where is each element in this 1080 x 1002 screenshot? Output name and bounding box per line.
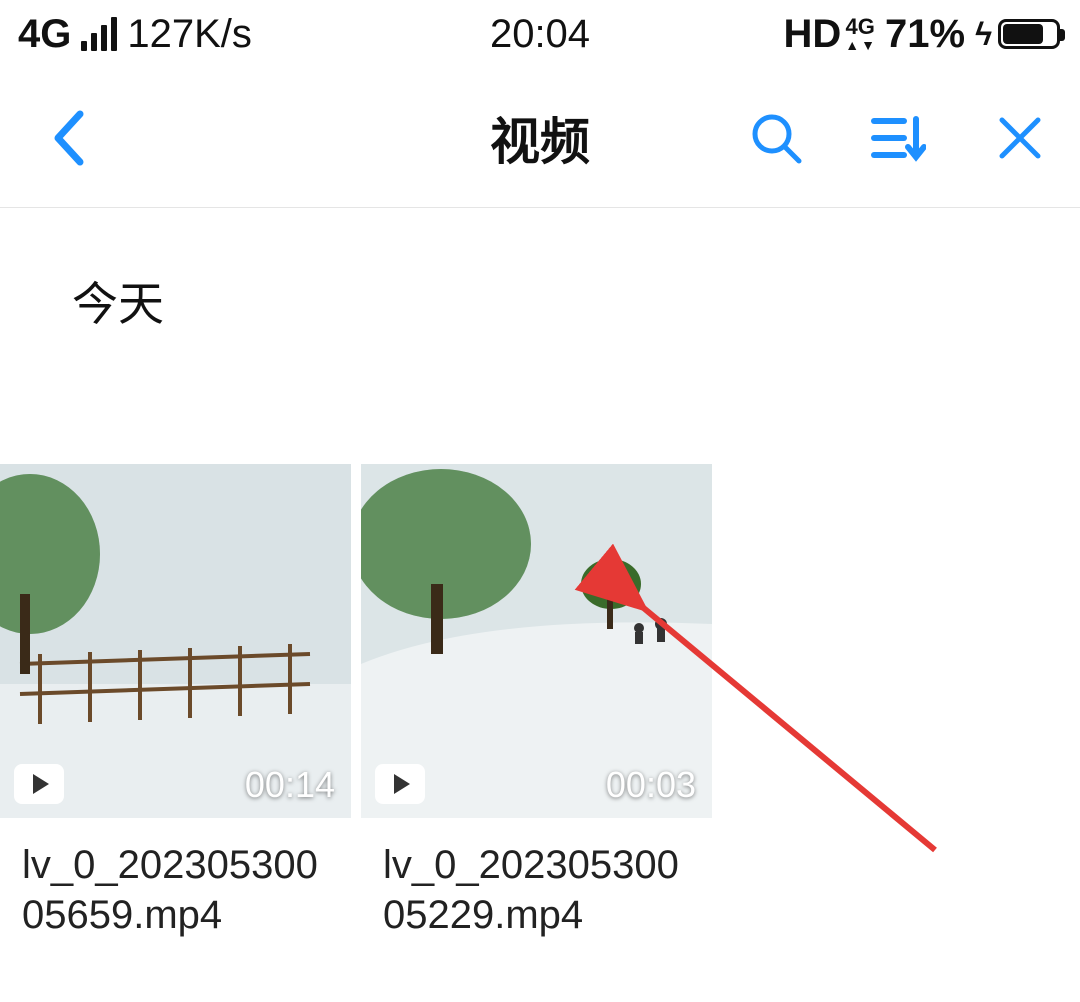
network-speed: 127K/s bbox=[127, 12, 252, 57]
status-right: HD 4G ▲▼ 71% ϟ bbox=[784, 12, 1061, 57]
battery-fill bbox=[1003, 24, 1043, 44]
video-thumbnail[interactable]: 00:14 bbox=[0, 464, 351, 818]
sort-button[interactable] bbox=[868, 108, 928, 168]
battery-icon: ϟ bbox=[975, 16, 1060, 53]
section-header: 今天 bbox=[0, 208, 1080, 334]
data-arrows-icon: ▲▼ bbox=[845, 38, 875, 52]
clock: 20:04 bbox=[490, 12, 590, 57]
video-duration: 00:03 bbox=[606, 764, 696, 806]
search-button[interactable] bbox=[746, 108, 806, 168]
hd-indicator: HD 4G ▲▼ bbox=[784, 12, 876, 57]
battery-percent: 71% bbox=[885, 12, 965, 57]
video-duration: 00:14 bbox=[245, 764, 335, 806]
app-bar: 视频 bbox=[0, 68, 1080, 208]
video-thumbnail[interactable]: 00:03 bbox=[361, 464, 712, 818]
video-grid: 00:14 lv_0_20230530005659.mp4 00: bbox=[0, 334, 1080, 940]
signal-icon bbox=[81, 17, 117, 51]
back-button[interactable] bbox=[40, 108, 100, 168]
video-item[interactable]: 00:03 lv_0_20230530005229.mp4 bbox=[361, 464, 712, 940]
play-icon bbox=[375, 764, 425, 804]
play-icon bbox=[14, 764, 64, 804]
charging-icon: ϟ bbox=[975, 16, 992, 53]
network-type: 4G bbox=[18, 12, 71, 57]
hd-label: HD bbox=[784, 12, 842, 57]
hd-sub-label: 4G bbox=[845, 16, 874, 38]
video-item[interactable]: 00:14 lv_0_20230530005659.mp4 bbox=[0, 464, 351, 940]
status-bar: 4G 127K/s 20:04 HD 4G ▲▼ 71% ϟ bbox=[0, 0, 1080, 68]
close-button[interactable] bbox=[990, 108, 1050, 168]
page-title: 视频 bbox=[490, 102, 590, 174]
video-filename: lv_0_20230530005229.mp4 bbox=[361, 818, 691, 940]
status-left: 4G 127K/s bbox=[18, 12, 252, 57]
video-filename: lv_0_20230530005659.mp4 bbox=[0, 818, 330, 940]
